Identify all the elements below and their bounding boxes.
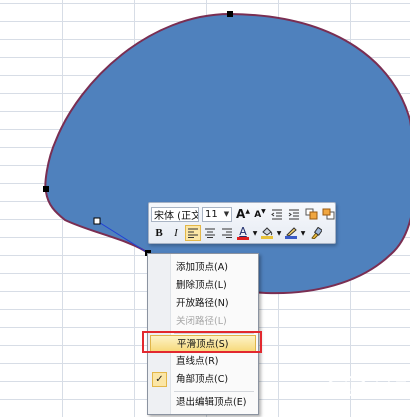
menu-item-close-path: 关闭路径(L) <box>148 313 258 330</box>
tangent-control-handle[interactable] <box>93 217 101 225</box>
menu-item-delete-vertex[interactable]: 删除顶点(L) <box>148 277 258 294</box>
menu-item-label: 退出编辑顶点(E) <box>176 397 247 408</box>
menu-item-label: 直线点(R) <box>176 356 219 367</box>
menu-item-label: 关闭路径(L) <box>176 316 227 327</box>
shrink-font-button[interactable]: A▼ <box>252 206 268 222</box>
chevron-down-icon: ▼ <box>276 229 282 237</box>
menu-item-label: 角部顶点(C) <box>176 374 229 385</box>
fill-color-button[interactable] <box>260 225 274 241</box>
increase-indent-button[interactable] <box>286 206 302 222</box>
menu-item-label: 添加顶点(A) <box>176 262 228 273</box>
font-color-dropdown[interactable]: ▼ <box>251 225 259 241</box>
shrink-font-icon: A▼ <box>254 208 266 220</box>
center-icon <box>204 228 215 238</box>
bring-forward-button[interactable] <box>303 206 319 222</box>
grow-font-button[interactable]: A▲ <box>235 206 251 222</box>
menu-item-add-vertex[interactable]: 添加顶点(A) <box>148 259 258 276</box>
font-size-value: 11 <box>205 208 218 220</box>
send-backward-button[interactable] <box>320 206 336 222</box>
decrease-indent-icon <box>271 209 282 220</box>
bring-forward-icon <box>305 208 317 220</box>
chevron-down-icon: ▼ <box>223 210 230 218</box>
align-left-icon <box>187 228 198 238</box>
menu-item-straight-point[interactable]: 直线点(R) <box>148 353 258 370</box>
line-color-swatch <box>285 236 297 239</box>
chevron-down-icon: ▼ <box>300 229 306 237</box>
watermark: php 中文网 <box>327 376 407 396</box>
align-left-button[interactable] <box>185 225 201 241</box>
chevron-down-icon: ▼ <box>252 229 258 237</box>
align-right-button[interactable] <box>219 225 235 241</box>
grow-font-icon: A▲ <box>236 207 250 221</box>
format-painter-icon <box>311 227 322 239</box>
menu-item-corner-vertex[interactable]: 角部顶点(C) <box>148 371 258 388</box>
line-color-icon <box>286 227 297 236</box>
increase-indent-icon <box>288 209 299 220</box>
freeform-shape[interactable] <box>44 12 410 295</box>
center-button[interactable] <box>202 225 218 241</box>
font-color-button[interactable]: A <box>236 225 250 241</box>
align-right-icon <box>221 228 232 238</box>
line-color-button[interactable] <box>284 225 298 241</box>
bold-button[interactable]: B <box>151 225 167 241</box>
menu-separator <box>174 391 254 392</box>
font-color-swatch <box>237 237 249 240</box>
highlight-callout-box <box>142 331 262 353</box>
vertex-handle-left[interactable] <box>43 186 49 192</box>
menu-item-label: 开放路径(N) <box>176 298 229 309</box>
italic-button[interactable]: I <box>168 225 184 241</box>
fill-color-swatch <box>261 236 273 239</box>
mini-toolbar: 宋体 (正文 ▼ 11 ▼ A▲ A▼ B I <box>148 202 336 244</box>
font-size-combo[interactable]: 11 ▼ <box>202 206 232 222</box>
send-backward-icon <box>322 208 334 220</box>
italic-label: I <box>174 227 178 239</box>
line-color-dropdown[interactable]: ▼ <box>299 225 307 241</box>
php-logo: php <box>327 376 367 396</box>
font-name-combo[interactable]: 宋体 (正文 ▼ <box>151 206 199 222</box>
menu-item-open-path[interactable]: 开放路径(N) <box>148 295 258 312</box>
font-name-value: 宋体 (正文 <box>154 210 199 222</box>
vertex-handle-top[interactable] <box>227 11 233 17</box>
decrease-indent-button[interactable] <box>269 206 285 222</box>
watermark-site-name: 中文网 <box>371 379 408 394</box>
fill-color-icon <box>262 227 273 236</box>
menu-item-label: 删除顶点(L) <box>176 280 227 291</box>
font-color-label: A <box>239 225 247 238</box>
bold-label: B <box>155 227 163 239</box>
fill-color-dropdown[interactable]: ▼ <box>275 225 283 241</box>
menu-item-exit-edit-points[interactable]: 退出编辑顶点(E) <box>148 394 258 411</box>
format-painter-button[interactable] <box>308 225 324 241</box>
